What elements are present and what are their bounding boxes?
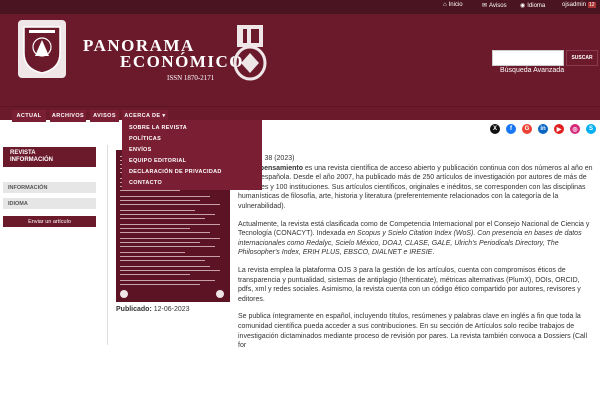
top-utility-bar: ⌂ Inicio ✉ Avisos ◉ Idioma ojsadmin 12 [0,0,600,14]
menu-item-privacy[interactable]: DECLARACIÓN DE PRIVACIDAD [129,169,222,175]
sidebar-item-information[interactable]: INFORMACIÓN [3,182,96,193]
menu-item-submissions[interactable]: ENVÍOS [129,147,152,153]
topbar-notices-link[interactable]: ✉ Avisos [482,2,507,10]
linkedin-icon[interactable]: in [538,124,548,134]
google-icon[interactable]: G [522,124,532,134]
nav-current[interactable]: ACTUAL [12,110,46,122]
issn-label: ISSN 1870-2171 [167,74,215,82]
column-divider [107,145,108,345]
youtube-icon[interactable]: ▶ [554,124,564,134]
journal-description: ... Núm. 38 (2023) es del pensamiento es… [238,154,593,359]
search-input[interactable] [492,50,564,66]
journal-title-line2: ECONÓMICO [120,52,244,71]
sidebar-journal-heading: REVISTA INFORMACIÓN [3,147,96,167]
menu-item-about-journal[interactable]: SOBRE LA REVISTA [129,125,187,131]
menu-item-policies[interactable]: POLÍTICAS [129,136,161,142]
home-icon: ⌂ [443,2,447,8]
advanced-search-link[interactable]: Búsqueda Avanzada [500,67,564,74]
topbar-user-menu[interactable]: ojsadmin 12 [562,2,596,8]
description-paragraph-2: Actualmente, la revista está clasificada… [238,220,590,257]
ipn-emblem-logo [230,22,270,82]
x-icon[interactable]: X [490,124,500,134]
menu-item-editorial-team[interactable]: EQUIPO EDITORIAL [129,158,186,164]
description-paragraph-3: La revista emplea la plataforma OJS 3 pa… [238,266,581,303]
instagram-icon[interactable]: ◎ [570,124,580,134]
globe-icon: ◉ [520,3,526,9]
menu-item-contact[interactable]: CONTACTO [129,180,162,186]
publication-date: Publicado: 12-06-2023 [116,306,190,313]
topbar-home-link[interactable]: ⌂ Inicio [443,2,463,8]
skype-icon[interactable]: S [586,124,596,134]
university-crest-logo [18,20,66,78]
facebook-icon[interactable]: f [506,124,516,134]
description-paragraph-1: ... Núm. 38 (2023) es del pensamiento es… [238,155,593,210]
nav-archives[interactable]: ARCHIVOS [50,110,86,122]
about-dropdown-menu: SOBRE LA REVISTA POLÍTICAS ENVÍOS EQUIPO… [122,120,262,190]
user-badge: 12 [588,2,596,8]
topbar-language-link[interactable]: ◉ Idioma [520,2,545,10]
description-paragraph-4: Se publica íntegramente en español, incl… [238,313,588,350]
search-button[interactable]: SUSCAR [566,50,598,66]
submit-article-button[interactable]: Enviar un artículo [3,216,96,227]
megaphone-icon: ✉ [482,3,488,9]
sidebar-item-language[interactable]: IDIOMA [3,198,96,209]
nav-notices[interactable]: AVISOS [90,110,119,122]
